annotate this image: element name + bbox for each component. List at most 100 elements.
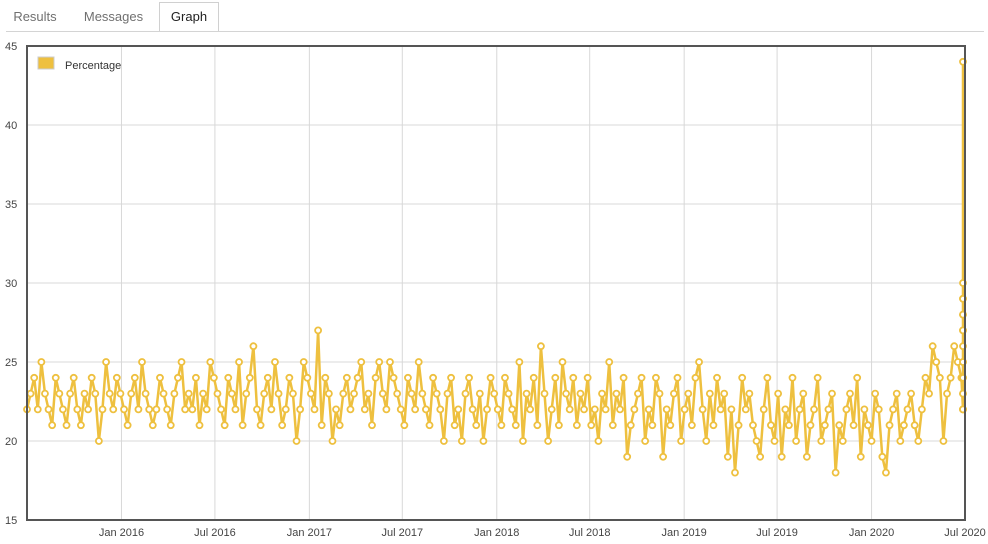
data-point [695, 358, 703, 366]
y-tick-label: 20 [5, 436, 17, 448]
data-point [127, 389, 136, 398]
data-point [105, 389, 114, 398]
data-point [713, 373, 721, 382]
data-point [267, 405, 276, 414]
data-point [145, 405, 154, 414]
data-point [48, 421, 57, 430]
data-point [389, 373, 398, 382]
data-point [576, 389, 585, 398]
data-point [69, 373, 78, 382]
x-tick-label: Jan 2018 [474, 527, 519, 539]
data-point [296, 405, 305, 414]
data-point [281, 405, 290, 414]
data-point [723, 452, 732, 461]
data-point [835, 421, 844, 430]
data-point [565, 405, 574, 414]
data-point [759, 405, 768, 414]
data-point [271, 358, 279, 366]
data-point [192, 373, 200, 382]
data-point [436, 405, 445, 414]
data-point [515, 358, 524, 366]
data-point [382, 405, 391, 414]
data-point [925, 389, 933, 398]
data-point [741, 405, 750, 414]
data-point [321, 373, 330, 382]
legend-swatch-percentage[interactable] [37, 56, 55, 70]
tab-messages[interactable]: Messages [76, 3, 151, 31]
data-point [838, 437, 847, 445]
data-point [411, 405, 420, 414]
data-point [152, 405, 161, 414]
data-point [37, 358, 46, 366]
data-point [853, 373, 862, 382]
data-point [353, 373, 362, 382]
data-point [950, 342, 959, 351]
data-point [504, 389, 513, 398]
data-point [738, 373, 747, 382]
x-tick-label: Jul 2020 [944, 527, 986, 539]
data-point [856, 452, 865, 461]
data-point [432, 389, 441, 398]
percentage-line-chart: 15202530354045 Jan 2016 Jul 2016 Jan 2017 J… [5, 41, 986, 539]
data-point [138, 358, 146, 366]
data-point [443, 389, 452, 398]
data-point [87, 373, 96, 382]
data-point [580, 405, 588, 414]
data-point [123, 421, 132, 430]
data-point [519, 437, 527, 445]
data-point [342, 373, 351, 382]
data-point [371, 373, 380, 382]
data-point [598, 389, 606, 398]
data-point [572, 421, 581, 430]
data-point [687, 421, 696, 430]
data-point [935, 373, 944, 382]
data-point [181, 405, 190, 414]
data-point [702, 437, 711, 445]
data-point [26, 389, 35, 398]
data-point [619, 373, 628, 382]
tab-results[interactable]: Results [6, 3, 64, 31]
data-point [249, 342, 258, 351]
data-point [465, 373, 473, 382]
data-point [583, 373, 592, 382]
data-point [644, 405, 653, 414]
data-point [795, 405, 804, 414]
y-tick-label: 45 [5, 41, 17, 53]
data-point [781, 405, 790, 414]
data-point [752, 437, 761, 445]
data-point [917, 405, 926, 414]
data-point [727, 405, 736, 414]
data-point [928, 342, 937, 351]
data-point [889, 405, 898, 414]
data-point [673, 373, 682, 382]
tab-graph[interactable]: Graph [159, 2, 219, 32]
data-point [335, 421, 344, 430]
data-point [120, 405, 128, 414]
y-tick-label: 35 [5, 199, 17, 211]
legend: Percentage [37, 56, 121, 72]
data-point [932, 358, 941, 366]
data-point [59, 405, 67, 414]
data-point [55, 389, 64, 398]
y-tick-label: 25 [5, 357, 17, 369]
data-point [756, 452, 765, 461]
data-point [156, 373, 164, 382]
data-point [285, 373, 294, 382]
series-percentage [23, 57, 967, 477]
data-point [788, 373, 797, 382]
data-point [907, 389, 915, 398]
data-point [720, 389, 729, 398]
x-tick-label: Jan 2016 [99, 527, 144, 539]
data-point [903, 405, 912, 414]
data-point [641, 437, 650, 445]
data-point [551, 373, 560, 382]
data-point [709, 421, 718, 430]
data-point [429, 373, 438, 382]
data-point [655, 389, 664, 398]
data-point [547, 405, 556, 414]
data-point [562, 389, 570, 398]
data-point [849, 421, 858, 430]
data-point [360, 405, 369, 414]
data-point [159, 389, 168, 398]
data-point [716, 405, 725, 414]
